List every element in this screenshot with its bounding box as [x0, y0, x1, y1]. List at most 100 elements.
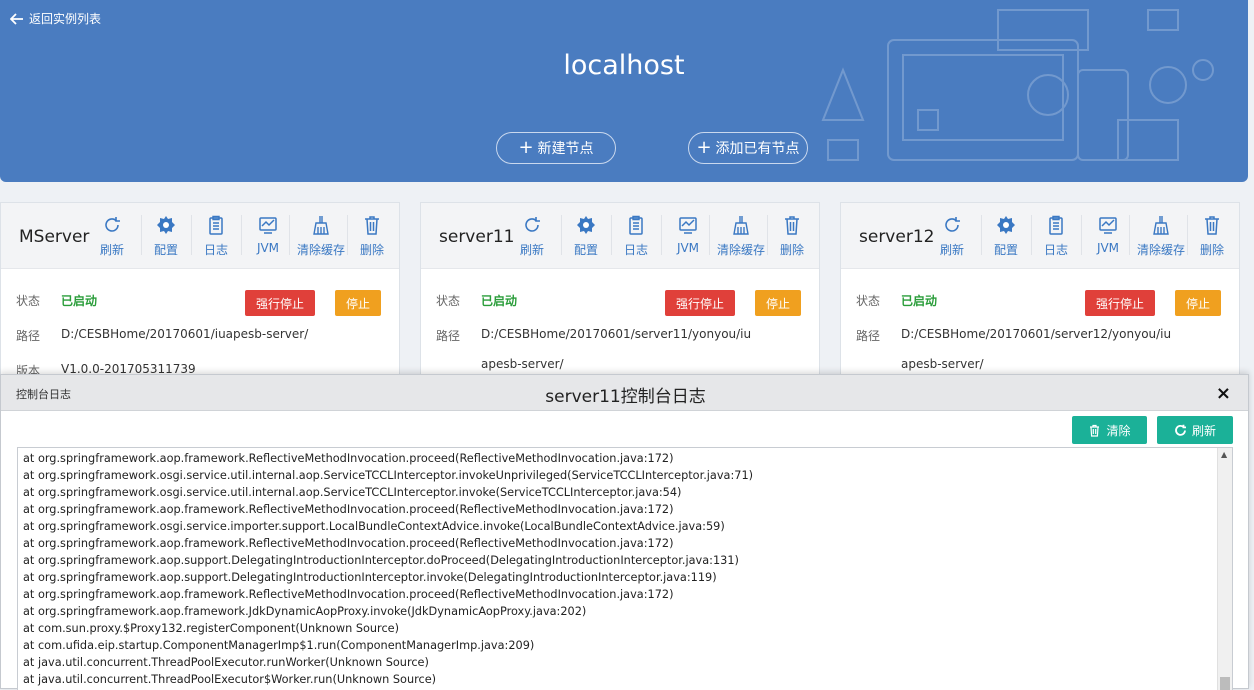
clear-cache-button[interactable]: 清除缓存	[297, 215, 345, 258]
toolbar-divider	[241, 215, 242, 255]
jvm-button[interactable]: JVM	[244, 215, 292, 255]
log-line: at com.sun.proxy.$Proxy132.registerCompo…	[23, 622, 400, 635]
clipboard-icon	[209, 215, 223, 235]
add-existing-node-button[interactable]: + 添加已有节点	[688, 132, 808, 164]
toolbar-divider	[981, 215, 982, 255]
stop-button[interactable]: 停止	[1175, 290, 1221, 316]
decorative-illustration	[821, 9, 1214, 161]
toolbar-divider	[709, 215, 710, 255]
server-name: server11	[439, 227, 515, 247]
trash-icon	[785, 216, 799, 235]
config-button[interactable]: 配置	[982, 215, 1030, 258]
force-stop-button[interactable]: 强行停止	[665, 290, 735, 316]
jvm-label: JVM	[256, 241, 280, 255]
path-value-continued: apesb-server/	[481, 357, 564, 371]
card-header: server11 刷新 配置 日志 JVM 清除缓存 删除	[421, 203, 819, 269]
broom-icon	[733, 216, 749, 235]
log-line: at com.ufida.eip.startup.ComponentManage…	[23, 639, 535, 652]
refresh-label: 刷新	[1191, 423, 1216, 438]
log-line: at java.util.concurrent.ThreadPoolExecut…	[23, 656, 429, 669]
config-label: 配置	[153, 243, 178, 257]
toolbar-divider	[141, 215, 142, 255]
log-button[interactable]: 日志	[192, 215, 240, 258]
toolbar-divider	[1187, 215, 1188, 255]
clear-cache-button[interactable]: 清除缓存	[717, 215, 765, 258]
config-button[interactable]: 配置	[142, 215, 190, 258]
delete-button[interactable]: 删除	[1188, 215, 1236, 258]
toolbar-divider	[1031, 215, 1032, 255]
clipboard-icon	[1049, 215, 1063, 235]
log-line: at org.springframework.aop.support.Deleg…	[23, 571, 717, 584]
trash-icon	[1090, 424, 1100, 437]
broom-icon	[1153, 216, 1169, 235]
log-output[interactable]: at org.springframework.aop.framework.Ref…	[17, 447, 1233, 690]
toolbar-divider	[767, 215, 768, 255]
log-line: at org.springframework.aop.framework.Ref…	[23, 503, 674, 516]
path-label: 路径	[436, 329, 461, 343]
log-button[interactable]: 日志	[1032, 215, 1080, 258]
new-node-label: 新建节点	[537, 141, 594, 157]
log-line: at org.springframework.aop.support.Deleg…	[23, 554, 739, 567]
refresh-icon	[105, 217, 120, 232]
clear-cache-button[interactable]: 清除缓存	[1137, 215, 1185, 258]
log-line: at org.springframework.osgi.service.util…	[23, 486, 682, 499]
refresh-icon	[525, 217, 540, 232]
force-stop-button[interactable]: 强行停止	[1085, 290, 1155, 316]
refresh-icon	[1175, 424, 1186, 436]
config-button[interactable]: 配置	[562, 215, 610, 258]
monitor-chart-icon	[679, 217, 697, 234]
clear-cache-label: 清除缓存	[717, 243, 766, 257]
toolbar-divider	[191, 215, 192, 255]
gear-icon	[997, 216, 1015, 234]
add-existing-label: 添加已有节点	[715, 141, 800, 157]
status-label: 状态	[856, 294, 881, 308]
plus-icon: +	[696, 137, 712, 158]
delete-button[interactable]: 删除	[768, 215, 816, 258]
stop-button[interactable]: 停止	[755, 290, 801, 316]
header-banner: 返回实例列表 localhost + 新建节点 + 添加已有节点	[0, 0, 1248, 182]
server-card: server12 刷新 配置 日志 JVM 清除缓存 删除 状态 已启动 强行停止 停止 路径 D:/C…	[840, 202, 1240, 382]
scroll-thumb[interactable]	[1220, 677, 1230, 690]
config-label: 配置	[573, 243, 598, 257]
refresh-log-button[interactable]: 刷新	[1157, 416, 1233, 444]
server-name: server12	[859, 227, 935, 247]
card-header: server12 刷新 配置 日志 JVM 清除缓存 删除	[841, 203, 1239, 269]
server-card: server11 刷新 配置 日志 JVM 清除缓存 删除 状态 已启动 强行停止 停止 路径 D:/C…	[420, 202, 820, 382]
delete-label: 删除	[779, 243, 804, 257]
refresh-button[interactable]: 刷新	[508, 215, 556, 258]
modal-header: 控制台日志 server11控制台日志 ×	[1, 375, 1248, 411]
gear-icon	[577, 216, 595, 234]
jvm-button[interactable]: JVM	[1084, 215, 1132, 255]
clear-cache-label: 清除缓存	[297, 243, 346, 257]
scroll-up-icon[interactable]: ▲	[1221, 450, 1227, 459]
delete-button[interactable]: 删除	[348, 215, 396, 258]
trash-icon	[1205, 216, 1219, 235]
log-scrollbar[interactable]: ▲	[1217, 448, 1232, 690]
refresh-button[interactable]: 刷新	[928, 215, 976, 258]
new-node-button[interactable]: + 新建节点	[496, 132, 616, 164]
back-to-instances-link[interactable]: 返回实例列表	[10, 10, 101, 27]
card-header: MServer 刷新 配置 日志 JVM 清除缓存 删除	[1, 203, 399, 269]
force-stop-button[interactable]: 强行停止	[245, 290, 315, 316]
host-title: localhost	[563, 50, 685, 81]
plus-icon: +	[518, 137, 534, 158]
jvm-button[interactable]: JVM	[664, 215, 712, 255]
refresh-icon	[945, 217, 960, 232]
monitor-chart-icon	[1099, 217, 1117, 234]
stop-button[interactable]: 停止	[335, 290, 381, 316]
back-label: 返回实例列表	[29, 12, 102, 26]
log-button[interactable]: 日志	[612, 215, 660, 258]
clear-log-button[interactable]: 清除	[1072, 416, 1147, 444]
clear-label: 清除	[1106, 423, 1131, 438]
jvm-label: JVM	[676, 241, 700, 255]
refresh-button[interactable]: 刷新	[88, 215, 136, 258]
gear-icon	[157, 216, 175, 234]
status-label: 状态	[16, 294, 41, 308]
trash-icon	[365, 216, 379, 235]
clear-cache-label: 清除缓存	[1137, 243, 1186, 257]
log-line: at org.springframework.aop.framework.Ref…	[23, 588, 674, 601]
close-icon[interactable]: ×	[1216, 383, 1231, 404]
modal-title: server11控制台日志	[545, 387, 706, 407]
path-value-continued: apesb-server/	[901, 357, 984, 371]
log-label: 日志	[203, 243, 228, 257]
